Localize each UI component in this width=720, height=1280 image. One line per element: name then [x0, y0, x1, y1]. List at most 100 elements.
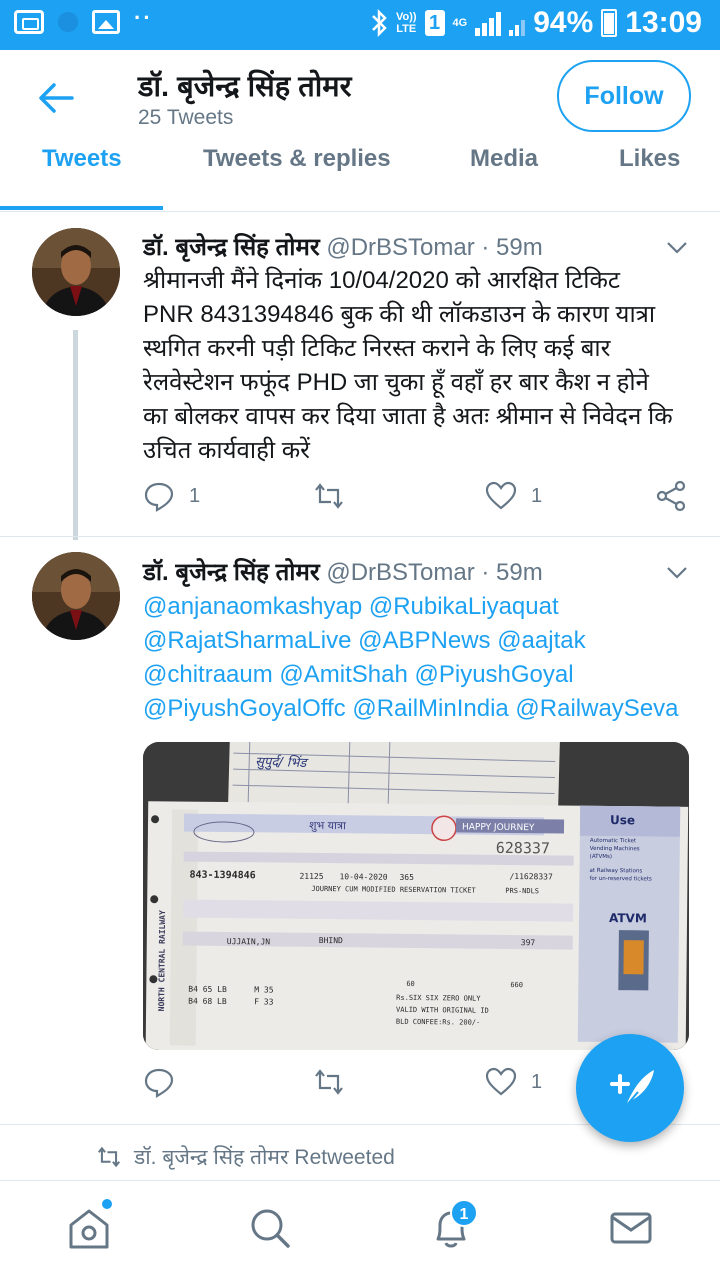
svg-text:10-04-2020: 10-04-2020 [339, 872, 387, 882]
battery-icon [601, 9, 618, 37]
retweet-button[interactable] [313, 480, 345, 512]
svg-text:for un-reserved tickets: for un-reserved tickets [589, 876, 651, 883]
home-icon[interactable] [66, 1205, 112, 1251]
network-type: 4G [452, 17, 468, 29]
svg-text:UJJAIN,JN: UJJAIN,JN [227, 937, 271, 946]
tweet-author-name[interactable]: डॉ. बृजेन्द्र सिंह तोमर [143, 559, 320, 586]
tweet-photo[interactable]: सुपुर्द/ भिंड NORTH CENTRAL RAILWAY शुभ … [143, 742, 689, 1050]
voicemail-icon [14, 10, 44, 34]
ticket-pnr: 843-1394846 [189, 870, 255, 882]
svg-text:660: 660 [510, 981, 523, 989]
like-count: 1 [531, 1070, 543, 1093]
tweet-author-handle: @DrBSTomar [326, 234, 475, 261]
tweet-text: श्रीमानजी मैंने दिनांक 10/04/2020 को आरक… [143, 267, 673, 464]
handwritten-note: सुपुर्द/ भिंड [255, 754, 309, 771]
svg-text:B4 68 LB: B4 68 LB [188, 997, 227, 1006]
tab-likes[interactable]: Likes [619, 145, 680, 173]
svg-text:60: 60 [406, 980, 415, 988]
retweeted-label: डॉ. बृजेन्द्र सिंह तोमर Retweeted [134, 1146, 395, 1169]
notifications-badge: 1 [450, 1199, 478, 1227]
signal-icon-2 [509, 10, 526, 36]
retweet-icon [97, 1146, 121, 1168]
retweet-button[interactable] [313, 1066, 345, 1098]
tweet-count: 25 Tweets [138, 106, 234, 129]
bottom-navigation: 1 [0, 1180, 720, 1280]
avatar[interactable] [32, 552, 120, 640]
reply-icon [144, 1068, 174, 1098]
messages-mail-icon[interactable] [608, 1205, 654, 1251]
retweet-icon [315, 483, 343, 509]
profile-name: डॉ. बृजेन्द्र सिंह तोमर [138, 71, 352, 103]
retweeted-by-row: डॉ. बृजेन्द्र सिंह तोमर Retweeted [96, 1143, 395, 1171]
search-icon[interactable] [247, 1205, 293, 1251]
tweet-time: · 59m [474, 559, 543, 586]
ticket-use-label: Use [610, 813, 635, 827]
svg-text:/11628337: /11628337 [509, 872, 553, 881]
ticket-happy-journey: HAPPY JOURNEY [462, 822, 535, 833]
svg-text:397: 397 [521, 938, 536, 947]
follow-button[interactable]: Follow [557, 60, 691, 132]
like-button[interactable]: 1 [485, 1066, 542, 1098]
reply-count: 1 [189, 484, 201, 507]
ticket-atvm-label: ATVM [609, 911, 647, 925]
svg-text:M 35: M 35 [254, 985, 274, 994]
svg-text:Rs.SIX SIX ZERO ONLY: Rs.SIX SIX ZERO ONLY [396, 994, 481, 1003]
more-notifications-icon: ·· [134, 5, 153, 30]
home-unread-dot [102, 1199, 112, 1209]
mention-line[interactable]: @RajatSharmaLive @ABPNews @aajtak [143, 624, 703, 658]
tweet-divider [0, 536, 720, 537]
compose-tweet-button[interactable] [576, 1034, 684, 1142]
tweet-time: · 59m [474, 234, 543, 261]
ticket-greeting: शुभ यात्रा [309, 819, 346, 832]
thread-line [73, 330, 78, 540]
svg-text:Vending Machines: Vending Machines [590, 846, 640, 853]
avatar-image [32, 228, 120, 316]
heart-icon [485, 481, 517, 510]
profile-header: डॉ. बृजेन्द्र सिंह तोमर 25 Tweets Follow [0, 50, 720, 146]
image-icon [92, 10, 120, 34]
tweet-author-name[interactable]: डॉ. बृजेन्द्र सिंह तोमर [143, 234, 320, 261]
svg-text:21125: 21125 [299, 872, 323, 881]
tweet-actions: 1 1 [143, 480, 703, 520]
share-button[interactable] [655, 480, 687, 512]
tweet-mentions: @anjanaomkashyap @RubikaLiyaquat @RajatS… [143, 590, 703, 726]
reply-button[interactable]: 1 [143, 480, 200, 512]
svg-text:365: 365 [399, 873, 414, 882]
svg-text:PRS-NDLS: PRS-NDLS [505, 887, 539, 895]
back-arrow-icon[interactable] [38, 80, 74, 116]
tab-tweets-replies[interactable]: Tweets & replies [203, 145, 391, 173]
retweet-icon [315, 1069, 343, 1095]
mention-line[interactable]: @PiyushGoyalOffc @RailMinIndia @RailwayS… [143, 692, 703, 726]
notification-dot-icon [58, 12, 78, 32]
clock: 13:09 [625, 6, 702, 39]
chevron-down-icon[interactable] [666, 236, 688, 258]
svg-text:(ATVMs): (ATVMs) [590, 854, 612, 860]
reply-icon [144, 482, 174, 512]
compose-feather-icon [610, 1070, 654, 1107]
active-tab-indicator [0, 206, 163, 210]
like-button[interactable]: 1 [485, 480, 542, 512]
svg-text:VALID WITH ORIGINAL ID: VALID WITH ORIGINAL ID [396, 1006, 489, 1015]
chevron-down-icon[interactable] [666, 561, 688, 583]
ticket-photo-drawing: सुपुर्द/ भिंड NORTH CENTRAL RAILWAY शुभ … [143, 742, 689, 1050]
svg-text:F 33: F 33 [254, 997, 274, 1006]
mention-line[interactable]: @anjanaomkashyap @RubikaLiyaquat [143, 590, 703, 624]
ticket-number: 628337 [496, 839, 550, 858]
svg-text:B4 65 LB: B4 65 LB [188, 985, 227, 994]
like-count: 1 [531, 484, 543, 507]
tab-media[interactable]: Media [470, 145, 538, 173]
svg-text:BHIND: BHIND [319, 936, 343, 945]
sim-indicator: 1 [424, 10, 445, 36]
volte-indicator: Vo)) LTE [395, 11, 417, 35]
profile-tabs: Tweets Tweets & replies Media Likes [0, 140, 720, 212]
mention-line[interactable]: @chitraaum @AmitShah @PiyushGoyal [143, 658, 703, 692]
signal-icon [475, 10, 502, 36]
status-bar: ·· Vo)) LTE 1 4G 94% 13:09 [0, 0, 720, 50]
svg-text:at Railway Stations: at Railway Stations [590, 868, 643, 875]
reply-button[interactable] [143, 1066, 175, 1098]
svg-text:Automatic Ticket: Automatic Ticket [590, 838, 637, 844]
bluetooth-icon [372, 8, 387, 38]
tab-tweets[interactable]: Tweets [42, 145, 122, 173]
avatar[interactable] [32, 228, 120, 316]
tweet-author-handle: @DrBSTomar [326, 559, 475, 586]
